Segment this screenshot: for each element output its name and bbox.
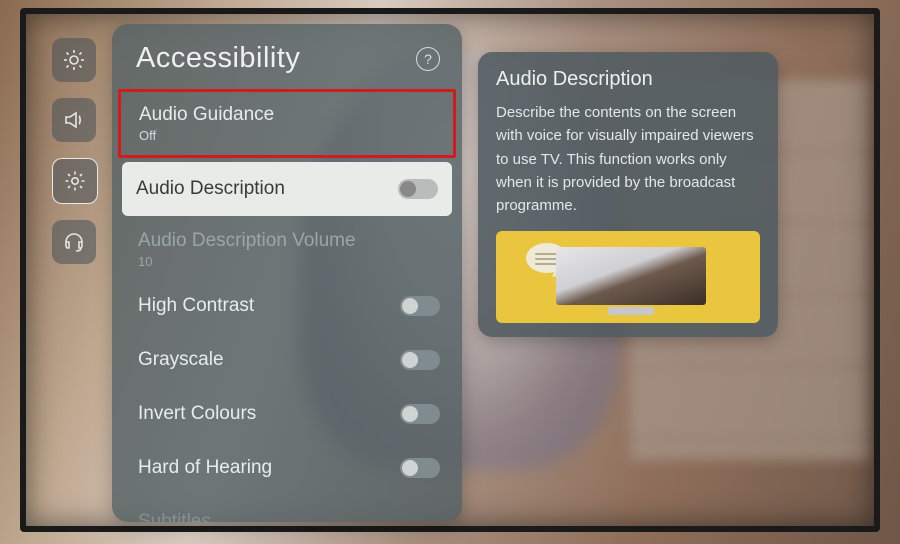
tv-screenshot: Accessibility ? Audio Guidance Off Audio… — [0, 0, 900, 544]
brightness-icon — [62, 48, 86, 72]
toggle-high-contrast[interactable] — [400, 296, 440, 316]
settings-list: Audio Guidance Off Audio Description Aud… — [112, 85, 462, 522]
card-illustration — [496, 231, 760, 323]
toggle-audio-description[interactable] — [398, 179, 438, 199]
toggle-invert-colours[interactable] — [400, 404, 440, 424]
card-text: Describe the contents on the screen with… — [496, 101, 760, 217]
row-audio-description[interactable]: Audio Description — [122, 162, 452, 216]
description-card: Audio Description Describe the contents … — [478, 52, 778, 337]
settings-category-rail — [52, 38, 100, 264]
help-icon[interactable]: ? — [416, 47, 440, 71]
row-hard-of-hearing[interactable]: Hard of Hearing — [112, 441, 462, 495]
row-label: High Contrast — [138, 295, 254, 317]
panel-title: Accessibility — [136, 42, 300, 75]
row-label: Audio Guidance — [139, 104, 274, 125]
support-icon — [62, 230, 86, 254]
row-label: Subtitles — [138, 511, 211, 522]
tv-illustration-stand — [608, 307, 654, 315]
row-subtitles[interactable]: Subtitles — [112, 495, 462, 522]
rail-item-general[interactable] — [52, 158, 98, 204]
row-label: Grayscale — [138, 349, 224, 371]
row-audio-description-volume: Audio Description Volume 10 — [112, 220, 462, 279]
row-sublabel: 10 — [138, 254, 356, 269]
settings-panel: Accessibility ? Audio Guidance Off Audio… — [112, 24, 462, 522]
row-label: Audio Description Volume — [138, 230, 356, 251]
settings-icon — [63, 169, 87, 193]
toggle-grayscale[interactable] — [400, 350, 440, 370]
rail-item-sound[interactable] — [52, 98, 96, 142]
rail-item-support[interactable] — [52, 220, 96, 264]
row-grayscale[interactable]: Grayscale — [112, 333, 462, 387]
card-title: Audio Description — [496, 68, 760, 91]
panel-header: Accessibility ? — [112, 24, 462, 85]
toggle-hard-of-hearing[interactable] — [400, 458, 440, 478]
tv-illustration-screen — [556, 247, 706, 305]
row-label: Hard of Hearing — [138, 457, 272, 479]
row-label: Invert Colours — [138, 403, 256, 425]
row-high-contrast[interactable]: High Contrast — [112, 279, 462, 333]
row-audio-guidance[interactable]: Audio Guidance Off — [118, 89, 456, 158]
row-invert-colours[interactable]: Invert Colours — [112, 387, 462, 441]
tv-illustration — [556, 247, 706, 317]
row-label: Audio Description — [136, 178, 285, 200]
rail-item-picture[interactable] — [52, 38, 96, 82]
volume-icon — [62, 108, 86, 132]
row-sublabel: Off — [139, 128, 274, 143]
